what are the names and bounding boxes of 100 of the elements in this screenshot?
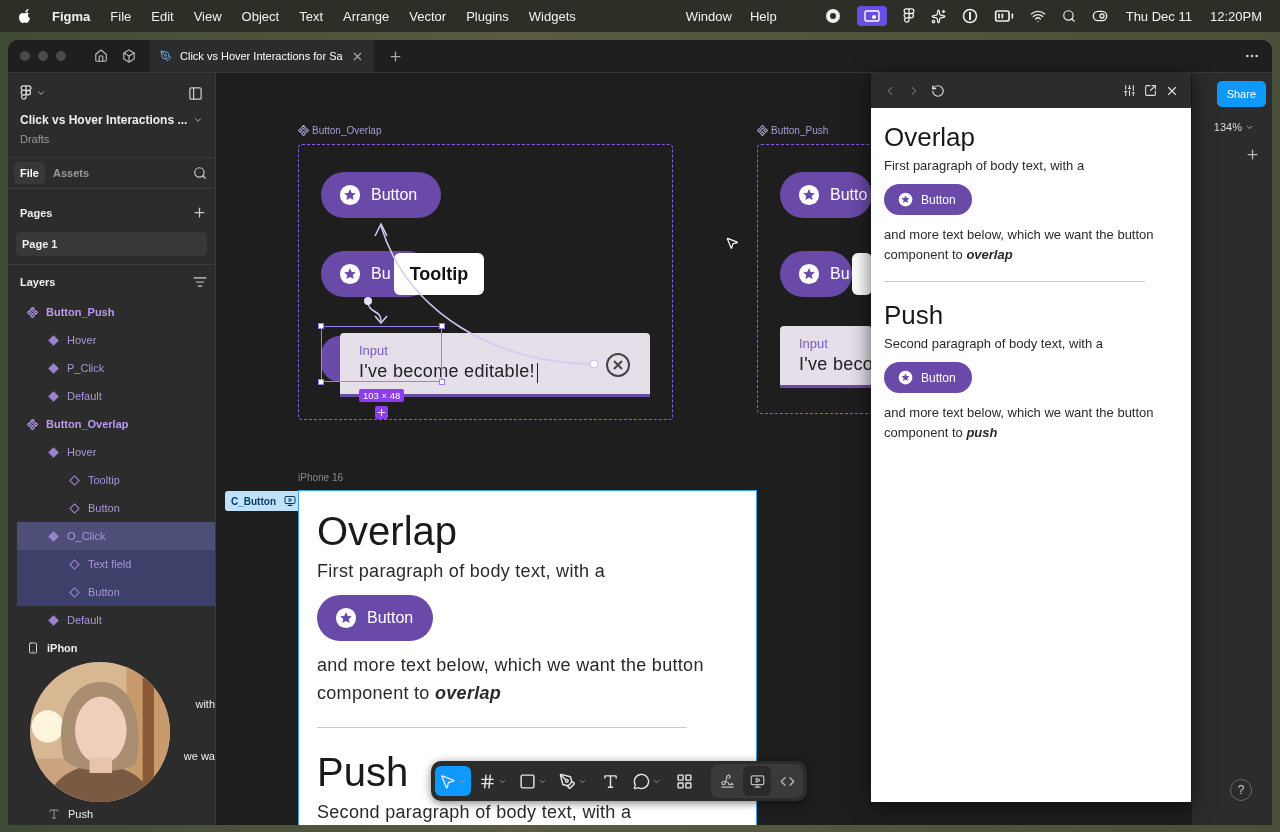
menu-item[interactable]: View (193, 8, 222, 24)
menu-item[interactable]: Widgets (528, 8, 576, 24)
layer-item[interactable]: Button_Push (17, 298, 215, 326)
caret-icon[interactable] (193, 115, 203, 125)
layer-item[interactable]: we wa (183, 746, 215, 766)
sparkle-icon[interactable] (930, 8, 946, 24)
rectangle-icon (519, 772, 536, 790)
text-icon (601, 772, 619, 790)
open-external-icon[interactable] (1144, 84, 1157, 97)
help-button[interactable]: ? (1230, 779, 1252, 801)
figma-logo-icon[interactable] (902, 8, 915, 24)
heading: Overlap (317, 508, 458, 555)
layer-item[interactable]: iPhon (17, 634, 215, 662)
variant-icon (48, 390, 59, 402)
screen-share-icon[interactable] (856, 6, 887, 26)
search-icon[interactable] (1061, 9, 1076, 23)
layer-item[interactable]: Text field (17, 550, 215, 578)
layer-item[interactable]: Push (17, 806, 215, 822)
tool-button[interactable] (435, 766, 471, 796)
button[interactable]: Button (321, 172, 441, 218)
instance-icon (69, 558, 80, 570)
add-icon[interactable] (1245, 147, 1260, 162)
password-icon[interactable] (961, 8, 978, 24)
menu-item[interactable]: Text (299, 8, 324, 24)
menu-item[interactable]: Object (241, 8, 280, 24)
sidebar-toggle-icon[interactable] (188, 85, 203, 101)
layer-item[interactable]: Button_Overlap (17, 410, 215, 438)
add-tab-icon[interactable] (387, 48, 403, 64)
add-icon[interactable] (375, 406, 388, 419)
heading: Push (884, 299, 944, 332)
menu-time[interactable]: 12:20PM (1209, 8, 1262, 24)
text-icon (48, 808, 60, 820)
pen-icon (160, 50, 172, 62)
scribble-icon (719, 773, 735, 789)
size-badge: 103 × 48 (359, 389, 405, 402)
input-field[interactable]: Input I've beco (780, 326, 872, 388)
resize-handle[interactable] (318, 323, 324, 329)
frame-label[interactable]: Button_Push (757, 125, 829, 136)
variant-icon (48, 446, 59, 458)
button[interactable]: Butto (780, 172, 872, 218)
variant-icon (48, 614, 59, 626)
menu-item[interactable]: Plugins (466, 8, 509, 24)
layer-item[interactable]: Button (17, 494, 215, 522)
restart-icon[interactable] (931, 83, 945, 98)
resize-handle[interactable] (439, 323, 445, 329)
resize-handle[interactable] (439, 379, 445, 385)
button[interactable]: Button (317, 595, 434, 641)
paragraph: Second paragraph of body text, with a (884, 335, 1103, 353)
paragraph: Second paragraph of body text, with a (317, 801, 632, 824)
component-icon (27, 306, 38, 318)
button[interactable]: Button (884, 362, 972, 393)
page-item[interactable]: Page 1 (16, 232, 207, 256)
button[interactable]: Button (884, 184, 972, 215)
resize-handle[interactable] (318, 379, 324, 385)
apple-icon[interactable] (18, 8, 32, 24)
menu-item[interactable]: Window (685, 8, 732, 24)
menu-date[interactable]: Thu Dec 11 (1125, 8, 1192, 24)
collapse-icon[interactable] (193, 275, 207, 289)
frame-label[interactable]: iPhone 16 (298, 472, 344, 483)
file-location: Drafts (20, 133, 51, 145)
layer-item[interactable]: with (195, 694, 215, 714)
wifi-icon[interactable] (1029, 8, 1046, 24)
layer-item[interactable]: Tooltip (17, 466, 215, 494)
layer-item[interactable]: Hover (17, 326, 215, 354)
component-icon (757, 125, 768, 136)
search-icon[interactable] (193, 166, 207, 180)
paragraph: and more text below, which we want the button component to overlap (884, 226, 1155, 264)
settings-icon[interactable] (1123, 84, 1136, 97)
add-icon[interactable] (192, 205, 207, 220)
layer-item[interactable]: P_Click (17, 354, 215, 382)
button[interactable]: Bu (780, 251, 852, 297)
layer-item[interactable]: Button (17, 578, 215, 606)
instance-icon (69, 502, 80, 514)
menu-item[interactable]: Vector (409, 8, 447, 24)
menu-item[interactable]: File (110, 8, 132, 24)
layer-item[interactable]: Hover (17, 438, 215, 466)
layer-item[interactable]: Default (17, 382, 215, 410)
clear-icon[interactable] (605, 352, 631, 378)
layer-item[interactable]: Default (17, 606, 215, 634)
comment-icon (633, 772, 650, 790)
frame-icon (479, 772, 496, 790)
caret-icon[interactable] (36, 88, 46, 98)
menu-item[interactable]: Arrange (343, 8, 390, 24)
menu-item[interactable]: Figma (52, 8, 91, 24)
figma-logo-icon[interactable] (20, 85, 32, 101)
panel-tab[interactable]: File (14, 162, 45, 184)
menu-item[interactable]: Help (749, 8, 777, 24)
paragraph: First paragraph of body text, with a (317, 560, 605, 583)
file-tab[interactable]: Click vs Hover Interactions for Sa (150, 40, 374, 72)
frame-label[interactable]: Button_Overlap (298, 125, 382, 136)
cube-icon[interactable] (122, 49, 136, 63)
variant-icon (48, 362, 59, 374)
mode-button[interactable] (743, 766, 771, 796)
menu-item[interactable]: Edit (151, 8, 174, 24)
file-title[interactable]: Click vs Hover Interactions ... (20, 113, 188, 127)
panel-tab[interactable]: Assets (46, 162, 96, 184)
zoom-level[interactable]: 134% (1213, 121, 1242, 133)
control-center-icon[interactable] (1091, 8, 1108, 24)
cursor-icon (725, 236, 739, 250)
home-icon[interactable] (94, 49, 108, 63)
